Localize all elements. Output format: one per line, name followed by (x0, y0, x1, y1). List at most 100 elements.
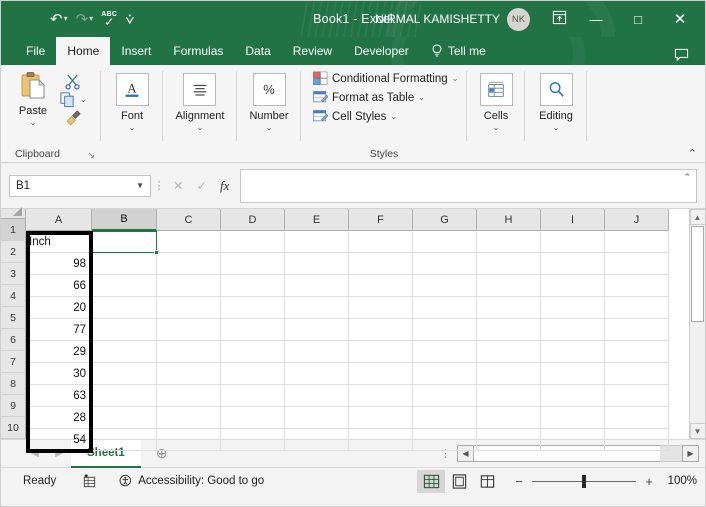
cell-D1[interactable] (221, 231, 285, 253)
cell-B6[interactable] (92, 341, 157, 363)
select-all-corner[interactable] (1, 207, 26, 219)
cell-C3[interactable] (157, 275, 221, 297)
cell-G9[interactable] (413, 407, 477, 429)
cell-D4[interactable] (221, 297, 285, 319)
row-header-2[interactable]: 2 (1, 241, 26, 263)
page-layout-view-button[interactable] (445, 470, 473, 493)
cell-I7[interactable] (541, 363, 605, 385)
cell-B8[interactable] (92, 385, 157, 407)
cell-G5[interactable] (413, 319, 477, 341)
avatar[interactable]: NK (507, 7, 530, 31)
cell-F3[interactable] (349, 275, 413, 297)
macro-recording-button[interactable] (82, 473, 97, 489)
cell-E6[interactable] (285, 341, 349, 363)
cell-B5[interactable] (92, 319, 157, 341)
conditional-formatting-button[interactable]: Conditional Formatting ⌄ (309, 70, 462, 87)
accessibility-status[interactable]: Accessibility: Good to go (119, 474, 264, 488)
cell-C5[interactable] (157, 319, 221, 341)
cell-F9[interactable] (349, 407, 413, 429)
paste-dropdown-icon[interactable]: ⌄ (30, 119, 37, 127)
insert-function-button[interactable]: fx (220, 178, 229, 194)
cell-H10[interactable] (477, 429, 541, 451)
tell-me-box[interactable]: Tell me (420, 37, 497, 65)
cell-F4[interactable] (349, 297, 413, 319)
tab-file[interactable]: File (15, 37, 56, 65)
cell-F5[interactable] (349, 319, 413, 341)
cell-A9[interactable]: 28 (26, 407, 92, 429)
cell-C10[interactable] (157, 429, 221, 451)
name-box-dropdown-icon[interactable]: ▼ (136, 181, 144, 190)
account-name[interactable]: NIRMAL KAMISHETTY (375, 12, 500, 26)
cell-I10[interactable] (541, 429, 605, 451)
minimize-button[interactable]: — (575, 4, 617, 34)
cell-E2[interactable] (285, 253, 349, 275)
scroll-up-button[interactable]: ▲ (689, 209, 706, 225)
column-header-D[interactable]: D (221, 209, 285, 231)
cell-E7[interactable] (285, 363, 349, 385)
row-header-8[interactable]: 8 (1, 373, 26, 395)
enter-formula-button[interactable]: ✓ (196, 178, 206, 193)
formula-bar-dots[interactable]: ⋮ (151, 179, 167, 192)
collapse-ribbon-button[interactable]: ⌃ (688, 147, 697, 160)
column-header-C[interactable]: C (157, 209, 221, 231)
cell-H9[interactable] (477, 407, 541, 429)
cell-D6[interactable] (221, 341, 285, 363)
cell-F10[interactable] (349, 429, 413, 451)
undo-button[interactable]: ↶ ▾ (47, 9, 71, 30)
formula-input[interactable]: ⌃ (240, 168, 697, 203)
editing-dropdown-icon[interactable]: ⌄ (553, 124, 560, 132)
cell-J2[interactable] (605, 253, 669, 275)
cell-H7[interactable] (477, 363, 541, 385)
zoom-slider-thumb[interactable] (582, 474, 586, 488)
vertical-scrollbar[interactable]: ▲ ▼ (689, 209, 706, 439)
font-dropdown-icon[interactable]: ⌄ (129, 124, 136, 132)
cell-J3[interactable] (605, 275, 669, 297)
cell-H5[interactable] (477, 319, 541, 341)
cell-B4[interactable] (92, 297, 157, 319)
undo-dropdown-icon[interactable]: ▾ (64, 15, 68, 23)
number-dropdown-icon[interactable]: ⌄ (266, 124, 273, 132)
tab-insert[interactable]: Insert (110, 37, 162, 65)
cell-A8[interactable]: 63 (26, 385, 92, 407)
cell-A6[interactable]: 29 (26, 341, 92, 363)
row-header-7[interactable]: 7 (1, 351, 26, 373)
cell-A2[interactable]: 98 (26, 253, 92, 275)
cell-D8[interactable] (221, 385, 285, 407)
column-header-G[interactable]: G (413, 209, 477, 231)
expand-formula-bar-button[interactable]: ⌃ (683, 172, 691, 183)
redo-dropdown-icon[interactable]: ▾ (89, 15, 93, 23)
cell-D3[interactable] (221, 275, 285, 297)
cell-D5[interactable] (221, 319, 285, 341)
cell-E8[interactable] (285, 385, 349, 407)
column-header-H[interactable]: H (477, 209, 541, 231)
cell-A7[interactable]: 30 (26, 363, 92, 385)
paste-button[interactable]: Paste ⌄ (11, 71, 55, 129)
row-header-3[interactable]: 3 (1, 263, 26, 285)
cell-I3[interactable] (541, 275, 605, 297)
redo-button[interactable]: ↷ ▾ (73, 9, 97, 30)
cell-D10[interactable] (221, 429, 285, 451)
cell-G2[interactable] (413, 253, 477, 275)
cell-G3[interactable] (413, 275, 477, 297)
cell-J6[interactable] (605, 341, 669, 363)
cell-G1[interactable] (413, 231, 477, 253)
cell-H6[interactable] (477, 341, 541, 363)
editing-button[interactable]: Editing ⌄ (530, 71, 582, 134)
cell-J8[interactable] (605, 385, 669, 407)
alignment-button[interactable]: Alignment ⌄ (170, 71, 231, 134)
cell-E9[interactable] (285, 407, 349, 429)
cell-B7[interactable] (92, 363, 157, 385)
row-header-5[interactable]: 5 (1, 307, 26, 329)
font-button[interactable]: A Font ⌄ (106, 71, 158, 134)
cell-D9[interactable] (221, 407, 285, 429)
scroll-down-button[interactable]: ▼ (689, 423, 706, 439)
cancel-formula-button[interactable]: ✕ (173, 178, 183, 193)
cell-G10[interactable] (413, 429, 477, 451)
column-header-F[interactable]: F (349, 209, 413, 231)
spelling-button[interactable]: ABC ✓ (98, 8, 120, 31)
cell-I2[interactable] (541, 253, 605, 275)
cell-E4[interactable] (285, 297, 349, 319)
cell-I9[interactable] (541, 407, 605, 429)
maximize-button[interactable]: □ (617, 4, 659, 34)
clipboard-dialog-launcher[interactable]: ↘ (87, 150, 95, 161)
